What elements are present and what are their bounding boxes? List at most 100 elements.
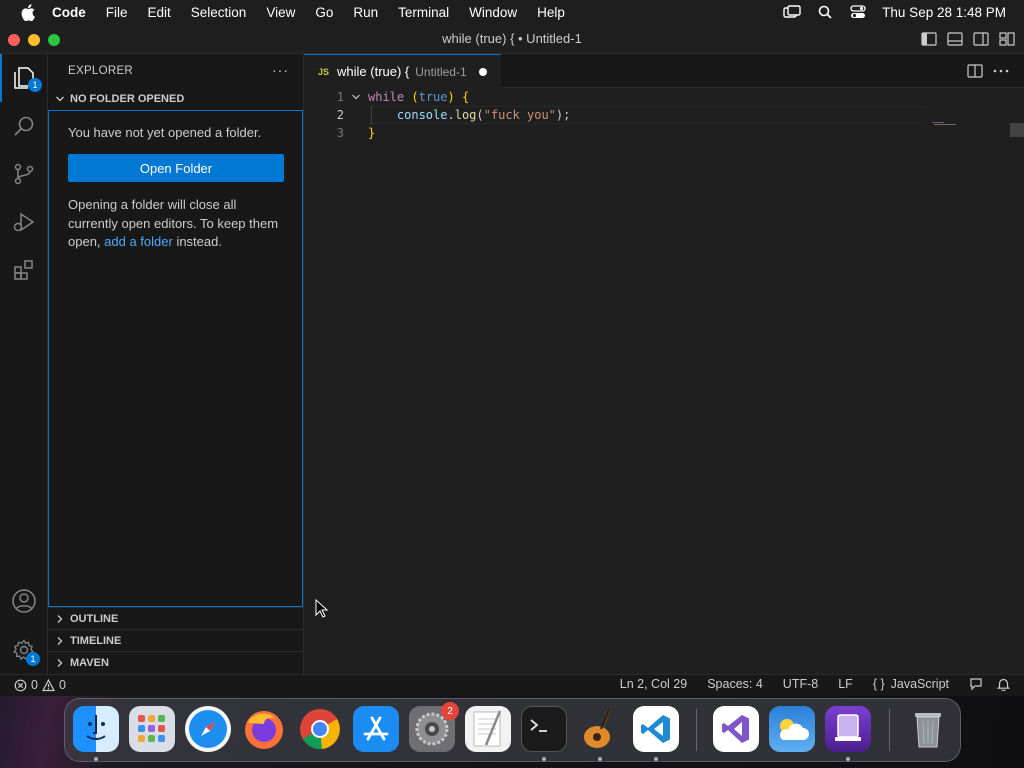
activity-bar: 1 1 — [0, 54, 48, 674]
trash-icon[interactable] — [905, 706, 951, 752]
run-debug-icon[interactable] — [0, 198, 48, 246]
split-editor-icon[interactable] — [966, 62, 984, 80]
problems-status[interactable]: 0 0 — [14, 678, 66, 692]
terminal-icon[interactable] — [521, 706, 567, 752]
extensions-icon[interactable] — [0, 246, 48, 294]
code-text: while (true) { — [368, 90, 469, 104]
firefox-icon[interactable] — [241, 706, 287, 752]
finder-icon[interactable] — [73, 706, 119, 752]
close-window-button[interactable] — [8, 34, 20, 46]
spotlight-search-icon[interactable] — [816, 3, 834, 21]
apple-icon[interactable] — [18, 2, 38, 22]
menu-app-name[interactable]: Code — [52, 5, 86, 20]
maven-section[interactable]: MAVEN — [48, 651, 303, 674]
unsaved-dot-icon[interactable] — [478, 67, 487, 76]
add-folder-link[interactable]: add a folder — [104, 234, 173, 249]
code-token: . — [447, 108, 455, 122]
menu-window[interactable]: Window — [469, 5, 517, 20]
no-folder-section-header[interactable]: NO FOLDER OPENED — [48, 88, 303, 110]
accounts-icon[interactable] — [0, 577, 48, 625]
vertical-scrollbar[interactable] — [1010, 123, 1024, 673]
simulator-icon[interactable] — [825, 706, 871, 752]
explorer-more-actions-icon[interactable]: ··· — [272, 62, 289, 78]
open-folder-button[interactable]: Open Folder — [68, 154, 284, 182]
editor-tab-untitled[interactable]: JS while (true) { Untitled-1 — [304, 54, 501, 88]
note-text-after: instead. — [172, 234, 222, 249]
safari-icon[interactable] — [185, 706, 231, 752]
no-folder-section-title: NO FOLDER OPENED — [70, 93, 185, 105]
system-settings-icon[interactable]: 2 — [409, 702, 459, 752]
menu-terminal[interactable]: Terminal — [398, 5, 449, 20]
cursor-position[interactable]: Ln 2, Col 29 — [620, 677, 687, 691]
minimize-window-button[interactable] — [28, 34, 40, 46]
code-text: } — [368, 126, 375, 140]
toggle-primary-sidebar-icon[interactable] — [920, 30, 938, 48]
launchpad-icon[interactable] — [129, 706, 175, 752]
error-icon — [14, 679, 27, 691]
app-store-icon[interactable] — [353, 706, 399, 752]
editor-area: JS while (true) { Untitled-1 1 while (tr… — [304, 54, 1024, 674]
mouse-cursor-icon — [315, 599, 329, 618]
timeline-section-title: TIMELINE — [70, 635, 122, 647]
search-icon[interactable] — [0, 102, 48, 150]
menu-go[interactable]: Go — [315, 5, 333, 20]
error-count: 0 — [31, 678, 38, 692]
code-token: console — [396, 108, 448, 122]
weather-icon[interactable] — [769, 706, 815, 752]
feedback-icon[interactable] — [969, 677, 983, 691]
google-chrome-icon[interactable] — [297, 706, 343, 752]
status-bar: 0 0 Ln 2, Col 29 Spaces: 4 UTF-8 LF { } J… — [0, 674, 1024, 696]
explorer-icon[interactable]: 1 — [0, 54, 48, 102]
code-token: ( — [476, 108, 484, 122]
manage-badge: 1 — [26, 652, 40, 666]
outline-section-title: OUTLINE — [70, 613, 119, 625]
no-folder-panel: You have not yet opened a folder. Open F… — [48, 110, 303, 607]
menu-edit[interactable]: Edit — [148, 5, 171, 20]
encoding-status[interactable]: UTF-8 — [783, 677, 818, 691]
code-line-1[interactable]: 1 while (true) { — [304, 88, 924, 106]
indentation-status[interactable]: Spaces: 4 — [707, 677, 763, 691]
notifications-bell-icon[interactable] — [997, 677, 1010, 691]
menu-selection[interactable]: Selection — [191, 5, 247, 20]
menu-help[interactable]: Help — [537, 5, 565, 20]
source-control-icon[interactable] — [0, 150, 48, 198]
garageband-icon[interactable] — [577, 706, 623, 752]
minimap[interactable] — [932, 122, 960, 126]
screen-mirroring-icon[interactable] — [783, 3, 801, 21]
menu-file[interactable]: File — [106, 5, 128, 20]
zoom-window-button[interactable] — [48, 34, 60, 46]
control-center-icon[interactable] — [849, 3, 867, 21]
menubar-clock[interactable]: Thu Sep 28 1:48 PM — [882, 5, 1006, 20]
code-token: log — [454, 108, 477, 122]
toggle-panel-icon[interactable] — [946, 30, 964, 48]
visual-studio-code-icon[interactable] — [633, 706, 679, 752]
toggle-secondary-sidebar-icon[interactable] — [972, 30, 990, 48]
code-line-2[interactable]: 2 console.log("fuck you"); — [304, 106, 924, 124]
menu-view[interactable]: View — [266, 5, 295, 20]
explorer-sidebar: EXPLORER ··· NO FOLDER OPENED You have n… — [48, 54, 304, 674]
code-line-3[interactable]: 3 } — [304, 124, 924, 142]
explorer-badge: 1 — [28, 78, 42, 92]
scrollbar-thumb[interactable] — [1010, 123, 1024, 137]
fold-chevron-icon[interactable] — [344, 92, 368, 102]
warning-icon — [41, 678, 55, 691]
editor-tabs: JS while (true) { Untitled-1 — [304, 54, 1024, 88]
manage-gear-icon[interactable]: 1 — [0, 626, 48, 674]
more-actions-icon[interactable] — [992, 62, 1010, 80]
timeline-section[interactable]: TIMELINE — [48, 629, 303, 652]
line-number: 2 — [336, 108, 344, 122]
eol-status[interactable]: LF — [838, 677, 853, 691]
screen: Code File Edit Selection View Go Run Ter… — [0, 0, 1024, 768]
visual-studio-icon[interactable] — [713, 706, 759, 752]
customize-layout-icon[interactable] — [998, 30, 1016, 48]
menu-run[interactable]: Run — [353, 5, 378, 20]
code-token: { — [461, 90, 470, 104]
chevron-right-icon — [52, 633, 68, 649]
outline-section[interactable]: OUTLINE — [48, 607, 303, 630]
window-title: while (true) { • Untitled-1 — [442, 31, 582, 46]
code-editor[interactable]: 1 while (true) { 2 console.log("fuck you… — [304, 88, 1024, 674]
explorer-header: EXPLORER ··· — [48, 54, 303, 88]
textedit-icon[interactable] — [465, 706, 511, 752]
language-mode[interactable]: { } JavaScript — [873, 677, 949, 691]
